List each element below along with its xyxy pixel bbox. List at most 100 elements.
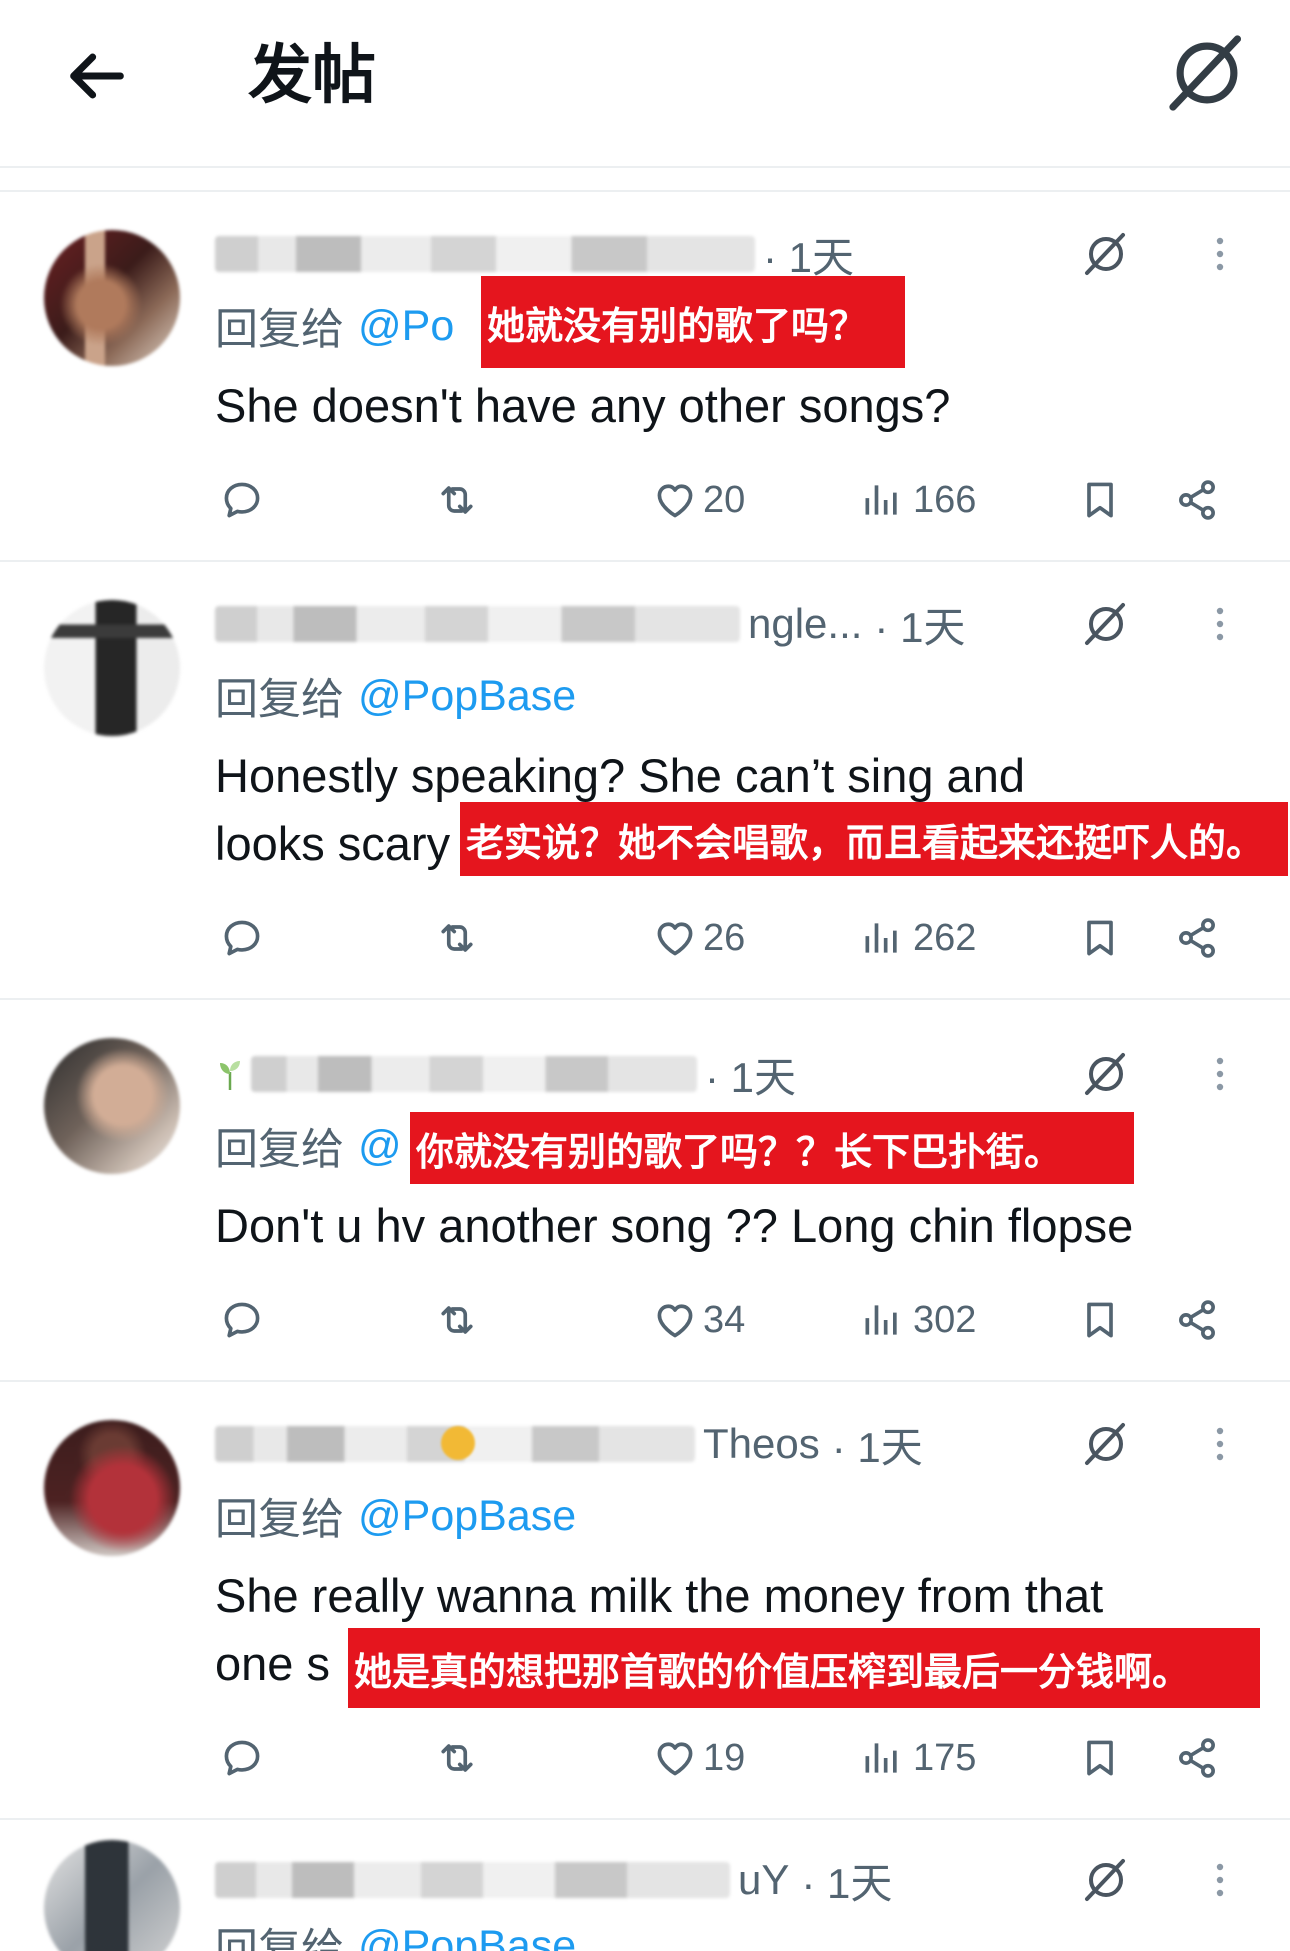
bookmark-button[interactable] <box>1078 1298 1122 1342</box>
share-button[interactable] <box>1175 1298 1219 1342</box>
like-button[interactable] <box>653 1298 697 1342</box>
author-name-blurred[interactable] <box>215 236 755 272</box>
post-text-line: Honestly speaking? She can’t sing and <box>215 749 1025 802</box>
sprout-icon <box>220 1061 240 1090</box>
grok-icon <box>1164 30 1250 116</box>
translation-caption: 老实说？她不会唱歌，而且看起来还挺吓人的。 <box>460 802 1288 876</box>
retweet-button[interactable] <box>435 916 479 960</box>
reply-button[interactable] <box>220 1736 264 1780</box>
reply-to-label: 回复给 <box>215 1926 344 1951</box>
more-button[interactable] <box>1200 600 1240 648</box>
views-icon <box>860 1298 904 1342</box>
grok-button[interactable] <box>1082 1420 1130 1468</box>
avatar[interactable] <box>44 230 180 366</box>
heart-icon <box>653 478 697 522</box>
reply-post[interactable]: · 1天 回复给 @Po She doesn't have any other … <box>0 192 1290 562</box>
bookmark-icon <box>1078 478 1122 522</box>
reply-post[interactable]: Theos · 1天 回复给 @PopBase She really wanna… <box>0 1382 1290 1820</box>
arrow-left-icon <box>62 41 132 111</box>
action-bar: 20 166 <box>215 460 1290 540</box>
view-count: 302 <box>913 1299 977 1341</box>
action-bar: 19 175 <box>215 1718 1290 1798</box>
reply-feed: · 1天 回复给 @Po She doesn't have any other … <box>0 192 1290 1951</box>
views-button[interactable] <box>860 916 904 960</box>
retweet-button[interactable] <box>435 1736 479 1780</box>
post-text: She doesn't have any other songs? <box>215 372 1290 440</box>
like-count: 20 <box>703 479 746 521</box>
bookmark-button[interactable] <box>1078 478 1122 522</box>
reply-to-line: 回复给 @PopBase <box>215 1480 1290 1552</box>
grok-button[interactable] <box>1082 1856 1130 1904</box>
retweet-button[interactable] <box>435 1298 479 1342</box>
author-name-blurred[interactable] <box>215 606 740 642</box>
reply-post[interactable]: uY · 1天 回复给 @PopBase <box>0 1820 1290 1951</box>
like-button[interactable] <box>653 478 697 522</box>
grok-button[interactable] <box>1164 30 1250 116</box>
more-button[interactable] <box>1200 1856 1240 1904</box>
reply-to-label: 回复给 <box>215 1496 344 1544</box>
reply-to-label: 回复给 <box>215 306 344 354</box>
author-handle-fragment: ngle... <box>748 600 863 647</box>
bookmark-icon <box>1078 1298 1122 1342</box>
like-button[interactable] <box>653 916 697 960</box>
author-name-blurred[interactable] <box>215 1862 730 1898</box>
action-bar: 34 302 <box>215 1280 1290 1360</box>
post-author-line: · 1天 <box>215 1038 1290 1110</box>
retweet-icon <box>435 916 479 960</box>
share-button[interactable] <box>1175 916 1219 960</box>
reply-icon <box>220 478 264 522</box>
avatar[interactable] <box>44 1038 180 1174</box>
views-button[interactable] <box>860 1298 904 1342</box>
bookmark-button[interactable] <box>1078 1736 1122 1780</box>
share-button[interactable] <box>1175 1736 1219 1780</box>
share-button[interactable] <box>1175 478 1219 522</box>
reply-button[interactable] <box>220 916 264 960</box>
views-icon <box>860 1736 904 1780</box>
more-button[interactable] <box>1200 1050 1240 1098</box>
avatar[interactable] <box>44 600 180 736</box>
emoji-icon <box>441 1426 475 1460</box>
views-button[interactable] <box>860 478 904 522</box>
reply-to-handle[interactable]: @PopBase <box>358 1922 576 1951</box>
reply-to-handle[interactable]: @Po <box>358 302 454 351</box>
reply-to-line: 回复给 @PopBase <box>215 660 1290 732</box>
avatar[interactable] <box>44 1840 180 1951</box>
retweet-button[interactable] <box>435 478 479 522</box>
post-time: · 1天 <box>831 1423 923 1471</box>
bookmark-button[interactable] <box>1078 916 1122 960</box>
reply-to-handle[interactable]: @ <box>358 1122 402 1171</box>
author-name-blurred[interactable] <box>251 1056 697 1092</box>
action-bar: 26 262 <box>215 898 1290 978</box>
post-time: · 1天 <box>705 1053 797 1101</box>
reply-to-handle[interactable]: @PopBase <box>358 672 576 721</box>
view-count: 262 <box>913 917 977 959</box>
more-button[interactable] <box>1200 230 1240 278</box>
post-author-line: uY · 1天 <box>215 1844 1290 1916</box>
heart-icon <box>653 916 697 960</box>
more-icon <box>1200 230 1240 278</box>
translation-caption: 你就没有别的歌了吗？？长下巴扑街。 <box>410 1112 1134 1184</box>
grok-button[interactable] <box>1082 230 1130 278</box>
more-button[interactable] <box>1200 1420 1240 1468</box>
retweet-icon <box>435 478 479 522</box>
avatar[interactable] <box>44 1420 180 1556</box>
grok-button[interactable] <box>1082 1050 1130 1098</box>
top-app-bar: 发帖 <box>0 0 1290 168</box>
post-time: · 1天 <box>874 603 966 651</box>
grok-icon <box>1082 600 1130 648</box>
reply-to-label: 回复给 <box>215 676 344 724</box>
reply-post[interactable]: ngle... · 1天 回复给 @PopBase Honestly speak… <box>0 562 1290 1000</box>
share-icon <box>1175 916 1219 960</box>
reply-icon <box>220 916 264 960</box>
reply-button[interactable] <box>220 478 264 522</box>
reply-button[interactable] <box>220 1298 264 1342</box>
back-button[interactable] <box>62 41 132 111</box>
more-icon <box>1200 600 1240 648</box>
post-author-line: Theos · 1天 <box>215 1408 1290 1480</box>
views-button[interactable] <box>860 1736 904 1780</box>
reply-post[interactable]: · 1天 回复给 @ Don't u hv another song ?? Lo… <box>0 1000 1290 1382</box>
like-button[interactable] <box>653 1736 697 1780</box>
grok-button[interactable] <box>1082 600 1130 648</box>
reply-to-handle[interactable]: @PopBase <box>358 1492 576 1541</box>
heart-icon <box>653 1298 697 1342</box>
